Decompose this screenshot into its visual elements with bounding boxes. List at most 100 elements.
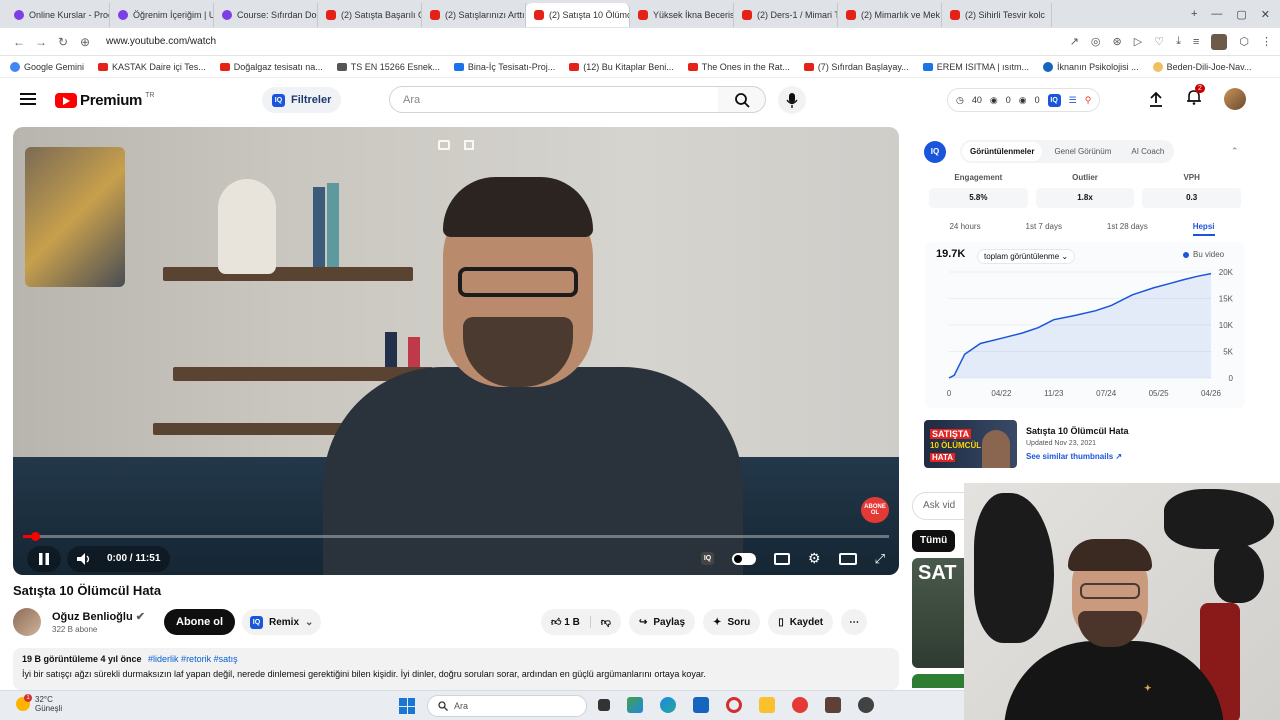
tab-ai-coach[interactable]: AI Coach [1123,142,1172,161]
hashtags[interactable]: #liderlik #retorik #satış [148,654,238,664]
screenshot-icon[interactable]: ◎ [1091,35,1101,48]
browser-tab[interactable]: (2) Sihirli Tesvir kolc [942,3,1052,27]
chevron-down-icon[interactable]: ⌄ [305,617,313,628]
browser-tab[interactable]: (2) Satışta 10 Ölümcül [526,3,630,27]
notifications-button[interactable]: 2 [1186,83,1205,110]
back-icon[interactable]: ← [8,35,30,49]
filters-button[interactable]: IQ Filtreler [262,87,342,113]
theater-mode-icon[interactable] [838,552,857,565]
bookmark-item[interactable]: KASTAK Daire içi Tes... [98,62,206,72]
browser-tab[interactable]: (2) Ders-1 / Mimari T [734,3,838,27]
iq-stats-pill[interactable]: ◷ 40 ◉ 0 ◉ 0 IQ ☰ ⚲ [947,88,1101,112]
description-box[interactable]: 19 B görüntüleme 4 yıl önce #liderlik #r… [13,648,899,690]
task-view-icon[interactable] [598,699,610,711]
bookmark-item[interactable]: EREM ISITMA | ısıtm... [922,62,1029,72]
voice-search-button[interactable] [778,86,806,114]
app-game-icon[interactable] [825,697,841,713]
volume-icon[interactable] [77,552,91,565]
subscribe-watermark[interactable]: ABONE OL [861,497,889,523]
fullscreen-icon[interactable]: ⤢ [875,551,885,567]
bookmark-item[interactable]: Beden-Dili-Joe-Nav... [1152,61,1251,72]
progress-bar[interactable] [23,532,889,541]
windows-start-icon[interactable] [399,698,415,714]
extension-icon[interactable]: ⊛ [1113,35,1122,48]
range-first-28-days[interactable]: 1st 28 days [1107,222,1148,236]
chevron-up-icon[interactable]: ⌃ [1231,146,1239,157]
bookmark-item[interactable]: İknanın Psikolojisi ... [1043,61,1139,72]
site-info-icon[interactable]: ⊕ [74,35,96,49]
settings-icon[interactable]: ⚙ [808,550,821,567]
skip-icon[interactable] [464,140,474,150]
similar-thumbnails-link[interactable]: See similar thumbnails ↗ [1026,452,1122,461]
browser-tab[interactable]: (2) Satışlarınızı Arttır [422,3,526,27]
subtitles-icon[interactable] [774,552,791,565]
subscribe-button[interactable]: Abone ol [164,609,236,635]
opera-icon[interactable] [726,697,742,713]
taskbar-search[interactable]: Ara [427,695,587,717]
edge-icon[interactable] [660,697,676,713]
magic-icon[interactable]: ⚲ [1085,95,1092,106]
extension-avatar[interactable] [1211,33,1228,50]
range-all[interactable]: Hepsi [1192,222,1215,236]
forward-icon[interactable]: → [30,35,52,49]
list-icon[interactable]: ☰ [1069,95,1077,106]
chip-all[interactable]: Tümü [912,530,956,552]
share-icon[interactable]: ↗ [1070,35,1079,48]
search-button[interactable] [718,86,766,113]
favorite-icon[interactable]: ♡ [1154,35,1164,48]
browser-tab[interactable]: Yüksek İkna Becerisi [630,3,734,27]
more-icon[interactable]: ⋮ [1261,35,1272,48]
browser-tab[interactable]: (2) Satışta Başarılı Ol [318,3,422,27]
search-input[interactable]: Ara [389,86,719,113]
tab-views[interactable]: Görüntülenmeler [962,142,1043,161]
bookmark-item[interactable]: (12) Bu Kitaplar Beni... [569,62,674,72]
ask-button[interactable]: ✦ Soru [703,609,761,635]
channel-name[interactable]: Oğuz Benlioğlu ✔ [52,610,145,623]
url-field[interactable]: www.youtube.com/watch [106,36,216,47]
like-button[interactable]: 👍︎ 1 B [551,616,580,628]
file-explorer-icon[interactable] [759,697,775,713]
recommended-thumbnail[interactable] [912,674,968,688]
menu-list-icon[interactable]: ≡ [1193,36,1199,48]
app-dark-icon[interactable] [858,697,874,713]
bookmark-item[interactable]: Google Gemini [10,61,84,72]
youtube-logo[interactable]: Premium TR [55,92,154,109]
bookmark-item[interactable]: The Ones in the Rat... [687,62,790,72]
browser-tab[interactable]: (2) Mimarlık ve Mek [838,3,942,27]
play-pause-button[interactable] [27,545,61,572]
store-icon[interactable] [693,697,709,713]
recommended-thumbnail[interactable]: SAT [912,558,968,668]
reload-icon[interactable]: ↻ [52,35,74,49]
iq-player-icon[interactable]: IQ [701,552,715,565]
browser-tab[interactable]: Öğrenim İçeriğim | U [110,3,214,27]
share-button[interactable]: ↪ Paylaş [628,609,696,635]
minimize-icon[interactable]: — [1211,8,1222,21]
more-actions-button[interactable]: ⋯ [841,609,868,635]
account-avatar[interactable] [1224,88,1246,110]
puzzle-icon[interactable]: ⬡ [1239,35,1249,48]
progress-scrubber[interactable] [31,532,40,541]
video-player[interactable]: ABONE OL 0:00 / 11:51 IQ ⚙ ⤢ [13,127,899,575]
send-icon[interactable]: ▷ [1134,35,1142,48]
widgets-icon[interactable] [627,697,643,713]
channel-avatar[interactable] [13,608,41,636]
miniplayer-icon[interactable] [438,140,450,150]
bookmark-item[interactable]: (7) Sıfırdan Başlayay... [803,62,909,72]
hamburger-menu-icon[interactable] [20,93,36,105]
bookmark-item[interactable]: Doğalgaz tesisatı na... [219,62,323,72]
metric-select[interactable]: toplam görüntülenme ⌄ [977,249,1076,264]
upload-icon[interactable] [1148,91,1164,107]
range-24-hours[interactable]: 24 hours [949,222,980,236]
bookmark-item[interactable]: Bina-İç Tesisatı-Proj... [453,62,555,72]
weather-widget[interactable]: 1 32°C Güneşli [16,694,62,713]
close-window-icon[interactable]: ✕ [1261,8,1270,21]
new-tab-icon[interactable]: + [1191,8,1197,21]
autoplay-toggle[interactable] [732,552,757,565]
remix-button[interactable]: IQ Remix ⌄ [242,609,322,635]
ask-video-input[interactable]: Ask vid [912,492,972,520]
range-first-7-days[interactable]: 1st 7 days [1026,222,1062,236]
app-red-icon[interactable] [792,697,808,713]
browser-tab[interactable]: Online Kurslar - Proc [6,3,110,27]
save-button[interactable]: ▯ Kaydet [768,609,834,635]
maximize-icon[interactable]: ▢ [1236,8,1246,21]
